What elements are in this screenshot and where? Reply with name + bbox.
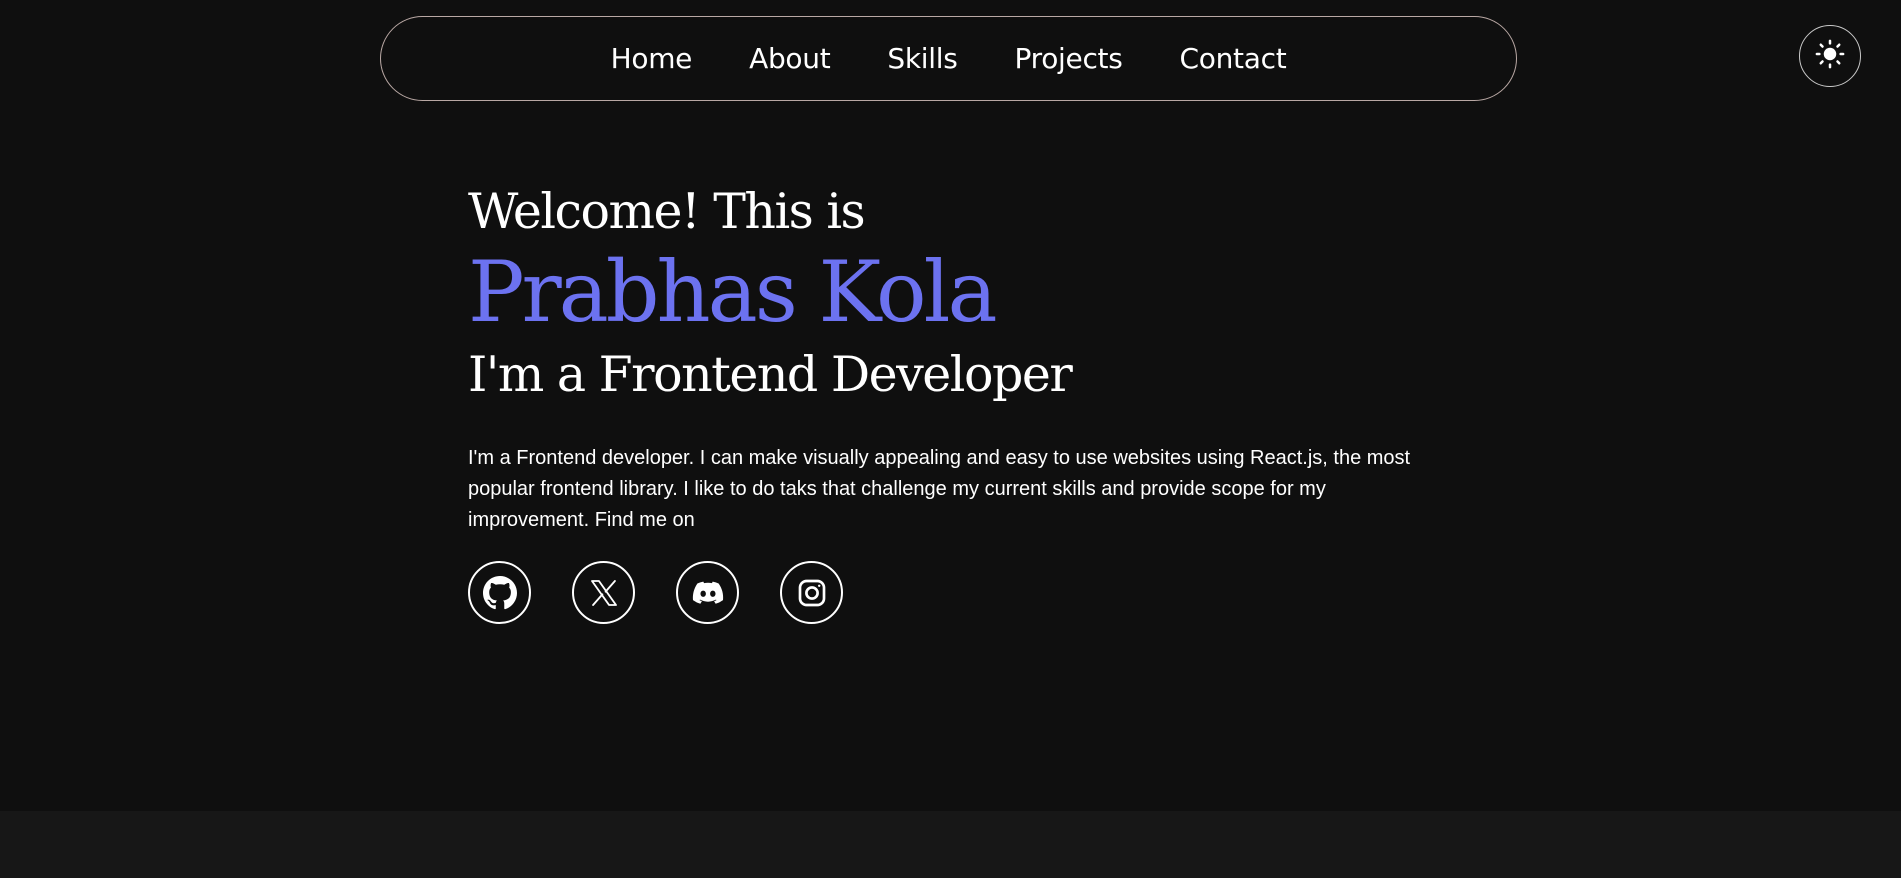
- discord-icon: [691, 576, 725, 610]
- nav-link-skills[interactable]: Skills: [887, 42, 957, 75]
- theme-toggle-button[interactable]: [1799, 25, 1861, 87]
- x-twitter-link[interactable]: [572, 561, 635, 624]
- navbar: Home About Skills Projects Contact: [380, 16, 1517, 101]
- hero-bio: I'm a Frontend developer. I can make vis…: [468, 447, 1411, 531]
- hero-section: Home About Skills Projects Contact Welco…: [0, 0, 1901, 811]
- nav-link-about[interactable]: About: [749, 42, 831, 75]
- github-link[interactable]: [468, 561, 531, 624]
- github-icon: [482, 575, 517, 610]
- next-section: [0, 811, 1901, 878]
- hero-role: I'm a Frontend Developer: [468, 346, 1073, 403]
- discord-link[interactable]: [676, 561, 739, 624]
- sun-icon: [1815, 39, 1845, 74]
- nav-link-contact[interactable]: Contact: [1180, 42, 1287, 75]
- instagram-icon: [796, 577, 828, 609]
- x-twitter-icon: [588, 577, 620, 609]
- instagram-link[interactable]: [780, 561, 843, 624]
- nav-link-projects[interactable]: Projects: [1015, 42, 1123, 75]
- hero-name: Prabhas Kola: [468, 243, 998, 341]
- social-links: [468, 561, 843, 624]
- hero-greeting: Welcome! This is: [468, 183, 866, 240]
- nav-link-home[interactable]: Home: [611, 42, 693, 75]
